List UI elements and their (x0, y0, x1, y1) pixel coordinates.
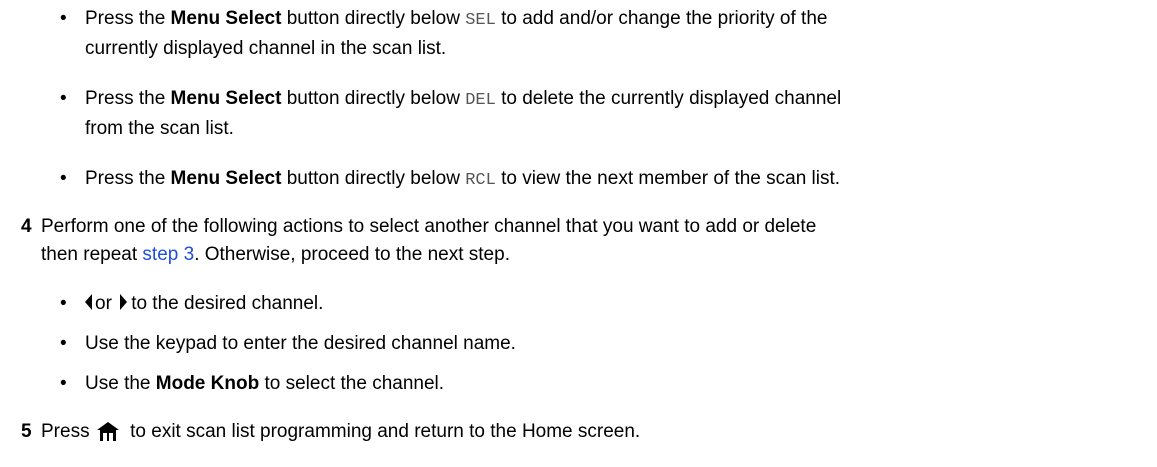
step-text: Perform one of the following actions to … (41, 216, 817, 265)
bold-term: Mode Knob (155, 373, 260, 394)
home-icon (96, 422, 119, 441)
step-number: 5 (21, 421, 32, 442)
step-number: 4 (21, 216, 32, 237)
bullet: • (60, 88, 67, 109)
bullet-text: Use the Mode Knob to select the channel. (85, 373, 445, 394)
softkey-label: DEL (465, 91, 496, 110)
bullet: • (60, 168, 67, 189)
bullet-text: Use the keypad to enter the desired chan… (85, 333, 516, 354)
bullet-text: Press the Menu Select button directly be… (85, 168, 841, 190)
softkey-label: SEL (465, 11, 496, 30)
bold-term: Menu Select (170, 168, 282, 189)
document-page: • Press the Menu Select button directly … (0, 0, 1157, 467)
bold-term: Menu Select (170, 88, 282, 109)
bullet: • (60, 373, 67, 394)
bullet-text: Press the Menu Select button directly be… (85, 8, 828, 59)
bold-term: Menu Select (170, 8, 282, 29)
bullet: • (60, 293, 67, 314)
step-text: Press to exit scan list programming and … (41, 421, 641, 442)
bullet-text: or to the desired channel. (85, 290, 1145, 318)
softkey-label: RCL (465, 171, 496, 190)
bullet: • (60, 333, 67, 354)
right-arrow-icon (120, 294, 128, 310)
bullet: • (60, 8, 67, 29)
step-3-link[interactable]: step 3 (142, 244, 194, 265)
left-arrow-icon (85, 294, 92, 310)
bullet-text: Press the Menu Select button directly be… (85, 88, 842, 139)
